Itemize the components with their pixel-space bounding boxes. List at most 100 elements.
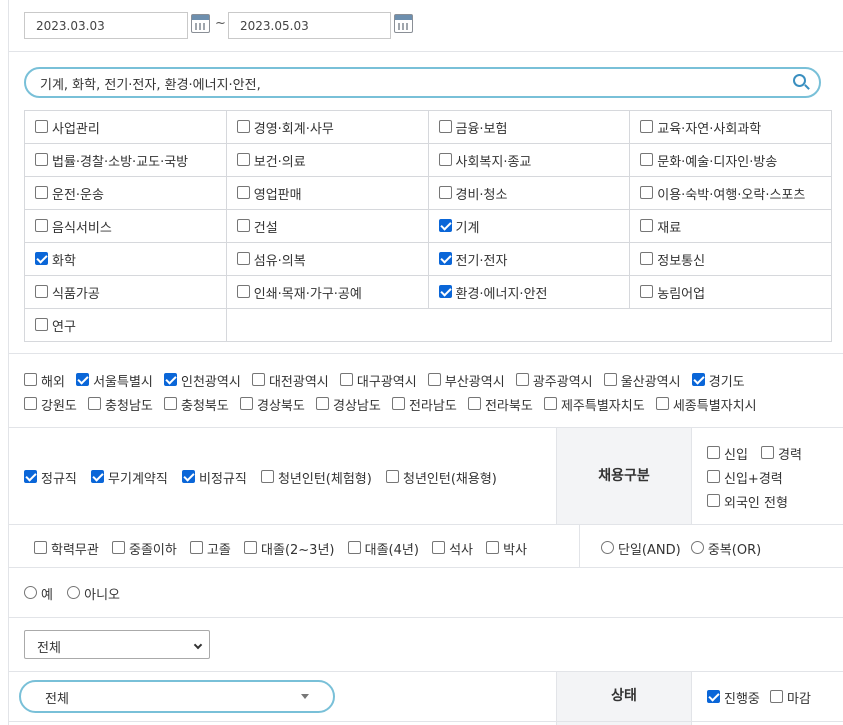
region-option[interactable]: 서울특별시 (76, 371, 153, 390)
end-date-input[interactable]: 2023.05.03 (228, 12, 391, 39)
status-filter-select[interactable]: 전체 (19, 680, 335, 713)
region-option[interactable]: 광주광역시 (515, 371, 593, 390)
category-checkbox[interactable] (438, 251, 452, 265)
category-cell[interactable]: 음식서비스 (24, 209, 227, 243)
career-option[interactable]: 외국인 전형 (707, 492, 788, 511)
category-cell[interactable]: 경비·청소 (427, 176, 631, 210)
category-cell[interactable]: 인쇄·목재·가구·공예 (225, 275, 429, 309)
category-cell[interactable]: 사업관리 (24, 110, 227, 144)
education-checkbox[interactable] (244, 541, 258, 554)
category-cell[interactable]: 교육·자연·사회과학 (629, 110, 832, 144)
region-checkbox[interactable] (391, 397, 405, 410)
region-option[interactable]: 대구광역시 (339, 371, 417, 390)
category-checkbox[interactable] (35, 218, 48, 232)
category-cell[interactable]: 건설 (225, 209, 429, 243)
region-checkbox[interactable] (339, 373, 353, 386)
region-option[interactable]: 대전광역시 (251, 371, 329, 390)
region-option[interactable]: 강원도 (24, 395, 77, 414)
category-checkbox[interactable] (640, 119, 654, 133)
match-mode-and[interactable]: 단일(AND) (601, 539, 681, 558)
education-checkbox[interactable] (347, 541, 361, 554)
employment-option[interactable]: 정규직 (24, 468, 77, 487)
category-checkbox[interactable] (236, 251, 250, 265)
region-option[interactable]: 전라남도 (391, 395, 457, 414)
category-checkbox[interactable] (438, 284, 452, 298)
category-checkbox[interactable] (35, 251, 48, 265)
region-option[interactable]: 부산광역시 (427, 371, 505, 390)
employment-option[interactable]: 청년인턴(체험형) (260, 468, 372, 487)
category-cell[interactable]: 연구 (24, 308, 227, 342)
category-cell[interactable]: 문화·예술·디자인·방송 (629, 143, 832, 177)
education-checkbox[interactable] (432, 541, 446, 554)
education-option[interactable]: 대졸(2~3년) (244, 539, 335, 558)
region-option[interactable]: 울산광역시 (603, 371, 681, 390)
region-checkbox[interactable] (315, 397, 329, 410)
category-checkbox[interactable] (438, 185, 452, 199)
calendar-icon[interactable] (191, 14, 210, 33)
region-option[interactable]: 해외 (24, 371, 65, 390)
category-checkbox[interactable] (236, 185, 250, 199)
category-cell[interactable]: 금융·보험 (427, 110, 631, 144)
category-checkbox[interactable] (35, 317, 48, 331)
region-checkbox[interactable] (515, 373, 529, 386)
category-cell[interactable]: 사회복지·종교 (427, 143, 631, 177)
region-checkbox[interactable] (691, 373, 705, 386)
employment-option[interactable]: 비정규직 (181, 468, 247, 487)
radio-button[interactable] (24, 586, 37, 599)
career-option[interactable]: 신입 (707, 444, 748, 463)
region-option[interactable]: 충청북도 (164, 395, 229, 414)
radio-button[interactable] (690, 541, 704, 554)
option-no[interactable]: 아니오 (67, 584, 120, 603)
education-option[interactable]: 대졸(4년) (347, 539, 419, 558)
region-checkbox[interactable] (467, 397, 481, 410)
category-cell[interactable]: 법률·경찰·소방·교도·국방 (24, 143, 227, 177)
category-checkbox[interactable] (236, 218, 250, 232)
status-checkbox[interactable] (770, 690, 784, 703)
category-checkbox[interactable] (236, 119, 250, 133)
category-checkbox[interactable] (35, 119, 48, 133)
category-checkbox[interactable] (236, 284, 250, 298)
category-checkbox[interactable] (236, 152, 250, 166)
employment-checkbox[interactable] (181, 470, 195, 483)
region-checkbox[interactable] (240, 397, 253, 410)
employment-checkbox[interactable] (24, 470, 37, 483)
category-checkbox[interactable] (438, 119, 452, 133)
region-checkbox[interactable] (427, 373, 441, 386)
category-cell[interactable]: 운전·운송 (24, 176, 227, 210)
category-checkbox[interactable] (438, 218, 452, 232)
category-cell[interactable]: 식품가공 (24, 275, 227, 309)
category-checkbox[interactable] (640, 185, 654, 199)
career-checkbox[interactable] (707, 470, 720, 483)
education-checkbox[interactable] (111, 541, 125, 554)
calendar-icon[interactable] (394, 14, 413, 33)
region-option[interactable]: 경상남도 (315, 395, 381, 414)
employment-option[interactable]: 무기계약직 (91, 468, 168, 487)
region-option[interactable]: 전라북도 (467, 395, 533, 414)
region-option[interactable]: 제주특별자치도 (543, 395, 645, 414)
start-date-input[interactable]: 2023.03.03 (24, 12, 188, 39)
education-option[interactable]: 박사 (486, 539, 527, 558)
category-checkbox[interactable] (438, 152, 452, 166)
search-icon[interactable] (793, 74, 806, 87)
category-cell[interactable]: 정보통신 (629, 242, 832, 276)
employment-checkbox[interactable] (260, 470, 274, 483)
category-cell[interactable]: 보건·의료 (225, 143, 429, 177)
education-option[interactable]: 석사 (432, 539, 473, 558)
status-ongoing[interactable]: 진행중 (707, 688, 760, 707)
option-yes[interactable]: 예 (24, 584, 53, 603)
region-checkbox[interactable] (603, 373, 617, 386)
category-checkbox[interactable] (35, 152, 48, 166)
education-checkbox[interactable] (189, 541, 203, 554)
region-checkbox[interactable] (543, 397, 557, 410)
category-cell[interactable]: 섬유·의복 (225, 242, 429, 276)
category-checkbox[interactable] (35, 284, 48, 298)
region-checkbox[interactable] (24, 373, 37, 386)
region-checkbox[interactable] (76, 373, 90, 386)
category-checkbox[interactable] (640, 284, 654, 298)
category-cell[interactable]: 재료 (629, 209, 832, 243)
career-checkbox[interactable] (761, 446, 774, 459)
category-cell[interactable]: 환경·에너지·안전 (427, 275, 631, 309)
category-checkbox[interactable] (640, 251, 654, 265)
career-checkbox[interactable] (707, 494, 720, 507)
region-checkbox[interactable] (164, 373, 178, 386)
